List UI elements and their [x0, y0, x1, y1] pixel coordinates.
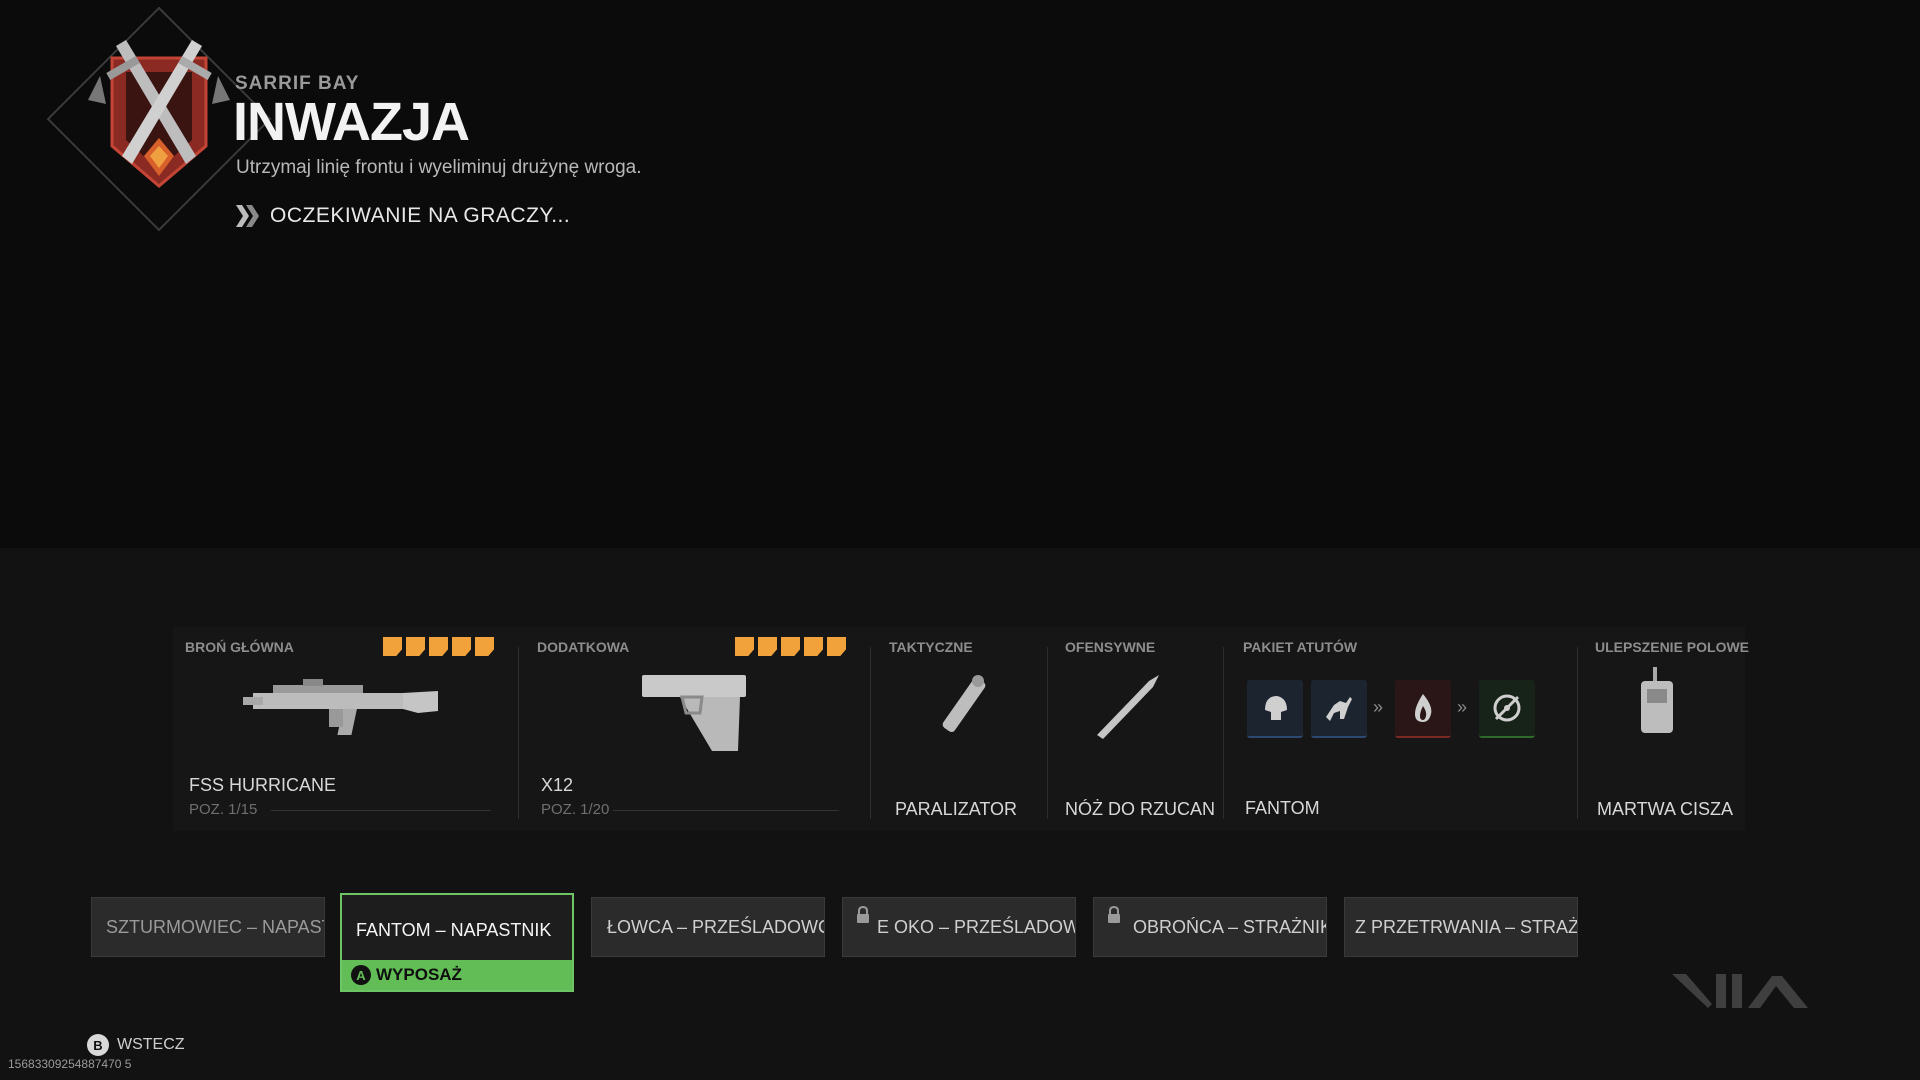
weapon-stars	[735, 637, 846, 656]
star-icon	[406, 637, 425, 656]
rifle-icon	[243, 679, 438, 735]
star-icon	[452, 637, 471, 656]
crouching-soldier-perk-icon	[1311, 680, 1367, 738]
back-label: WSTECZ	[117, 1036, 185, 1053]
loadout-panel: BROŃ GŁÓWNA FSS HURRICANE POZ. 1/15 DODA…	[173, 627, 1749, 831]
secondary-weapon-slot[interactable]: DODATKOWA X12 POZ. 1/20	[525, 627, 871, 831]
class-label: SZTURMOWIEC – NAPASTNIK	[106, 916, 324, 937]
slot-item-name: FANTOM	[1245, 798, 1320, 818]
equip-label: WYPOSAŻ	[376, 965, 462, 984]
class-label: Z PRZETRWANIA – STRAŻNIK	[1355, 916, 1578, 937]
class-label: E OKO – PRZEŚLADOWCA	[877, 916, 1075, 937]
slot-item-name: PARALIZATOR	[895, 799, 1018, 819]
star-icon	[383, 637, 402, 656]
back-button[interactable]: B WSTECZ	[87, 1034, 185, 1056]
weapon-level: POZ. 1/20	[541, 801, 610, 818]
lock-icon	[857, 906, 869, 923]
slot-item-name: MARTWA CISZA	[1597, 799, 1734, 819]
primary-weapon-slot[interactable]: BROŃ GŁÓWNA FSS HURRICANE POZ. 1/15	[173, 627, 519, 831]
class-button-survival[interactable]: Z PRZETRWANIA – STRAŻNIK	[1344, 897, 1578, 957]
radio-device-icon	[1641, 667, 1673, 733]
pistol-icon	[642, 675, 746, 751]
star-icon	[827, 637, 846, 656]
stun-grenade-icon	[942, 675, 986, 733]
class-button-assault[interactable]: SZTURMOWIEC – NAPASTNIK	[91, 897, 325, 957]
chevrons-icon	[236, 205, 259, 227]
mode-title: INWAZJA	[233, 92, 470, 152]
lethal-slot[interactable]: OFENSYWNE NÓŻ DO RZUCANIA	[1053, 627, 1225, 831]
slot-header: DODATKOWA	[537, 639, 630, 655]
class-label: ŁOWCA – PRZEŚLADOWCA	[607, 916, 825, 937]
slot-header: OFENSYWNE	[1065, 639, 1156, 655]
slot-header: PAKIET ATUTÓW	[1243, 639, 1358, 655]
class-button-phantom[interactable]: FANTOM – NAPASTNIK A WYPOSAŻ	[340, 893, 574, 992]
slot-header: ULEPSZENIE POLOWE	[1595, 639, 1750, 655]
crosshair-perk-icon	[1479, 680, 1535, 738]
divider	[870, 647, 871, 819]
level-progress-track	[613, 810, 839, 811]
throwing-knife-icon	[1097, 675, 1159, 739]
helmet-perk-icon	[1247, 680, 1303, 738]
slot-item-name: X12	[541, 775, 574, 795]
class-label: OBROŃCA – STRAŻNIK	[1133, 916, 1327, 937]
b-button-icon: B	[87, 1034, 109, 1056]
divider	[518, 647, 519, 819]
divider	[1047, 647, 1048, 819]
chevron-right-icon: »	[1373, 697, 1384, 717]
level-progress-track	[271, 810, 491, 811]
slot-header: TAKTYCZNE	[889, 639, 973, 655]
star-icon	[429, 637, 448, 656]
mode-description: Utrzymaj linię frontu i wyeliminuj druży…	[236, 157, 642, 178]
star-icon	[735, 637, 754, 656]
slot-item-name: NÓŻ DO RZUCANIA	[1065, 799, 1215, 819]
class-button-locked-defender[interactable]: OBROŃCA – STRAŻNIK	[1093, 897, 1327, 957]
chevron-right-icon: »	[1457, 697, 1468, 717]
weapon-stars	[383, 637, 494, 656]
divider	[1577, 647, 1578, 819]
perk-package-slot[interactable]: PAKIET ATUTÓW » » FANTOM	[1231, 627, 1579, 831]
divider	[1223, 647, 1224, 819]
equip-button[interactable]: A WYPOSAŻ	[342, 960, 572, 990]
status-text: OCZEKIWANIE NA GRACZY...	[270, 204, 571, 227]
star-icon	[781, 637, 800, 656]
star-icon	[475, 637, 494, 656]
matchmaking-status: OCZEKIWANIE NA GRACZY...	[236, 204, 570, 228]
tactical-slot[interactable]: TAKTYCZNE PARALIZATOR	[877, 627, 1051, 831]
class-button-locked-eye[interactable]: E OKO – PRZEŚLADOWCA	[842, 897, 1076, 957]
star-icon	[758, 637, 777, 656]
class-button-hunter[interactable]: ŁOWCA – PRZEŚLADOWCA	[591, 897, 825, 957]
star-icon	[804, 637, 823, 656]
game-logo-icon	[1672, 974, 1808, 1008]
flame-perk-icon	[1395, 680, 1451, 738]
session-id: 15683309254887470 5	[8, 1057, 132, 1071]
lock-icon	[1108, 906, 1120, 923]
weapon-level: POZ. 1/15	[189, 801, 258, 818]
class-label: FANTOM – NAPASTNIK	[356, 920, 552, 940]
field-upgrade-slot[interactable]: ULEPSZENIE POLOWE MARTWA CISZA	[1583, 627, 1749, 831]
slot-item-name: FSS HURRICANE	[189, 775, 337, 795]
a-button-icon: A	[351, 965, 371, 985]
slot-header: BROŃ GŁÓWNA	[185, 639, 294, 655]
